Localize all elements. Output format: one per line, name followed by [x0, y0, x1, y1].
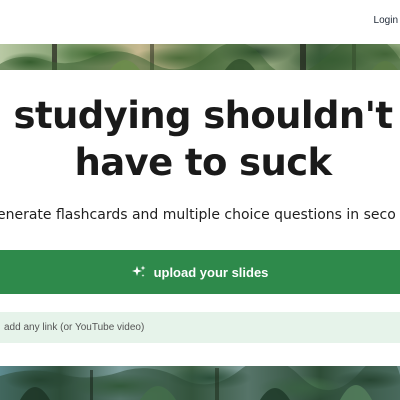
link-input[interactable] — [0, 312, 400, 343]
link-input-container — [0, 312, 400, 343]
hero-headline: studying shouldn't have to suck — [0, 92, 400, 186]
headline-line-2: have to suck — [74, 141, 332, 184]
hero-background-art-top — [0, 44, 400, 70]
top-nav-bar: Login — [0, 0, 400, 44]
landing-page: Login studying shouldn't have to suck en… — [0, 0, 400, 400]
subheadline-text: enerate flashcards and multiple choice q… — [0, 207, 396, 223]
sparkle-icon — [131, 265, 146, 279]
login-link[interactable]: Login — [374, 15, 398, 26]
hero-card: studying shouldn't have to suck enerate … — [0, 70, 400, 366]
upload-slides-button[interactable]: upload your slides — [0, 250, 400, 294]
jungle-painting-bottom — [0, 366, 400, 400]
headline-line-1: studying shouldn't — [13, 94, 394, 137]
hero-background-art-bottom — [0, 366, 400, 400]
upload-slides-label: upload your slides — [153, 264, 269, 280]
jungle-painting-top — [0, 44, 400, 70]
hero-subheadline: enerate flashcards and multiple choice q… — [0, 206, 400, 224]
